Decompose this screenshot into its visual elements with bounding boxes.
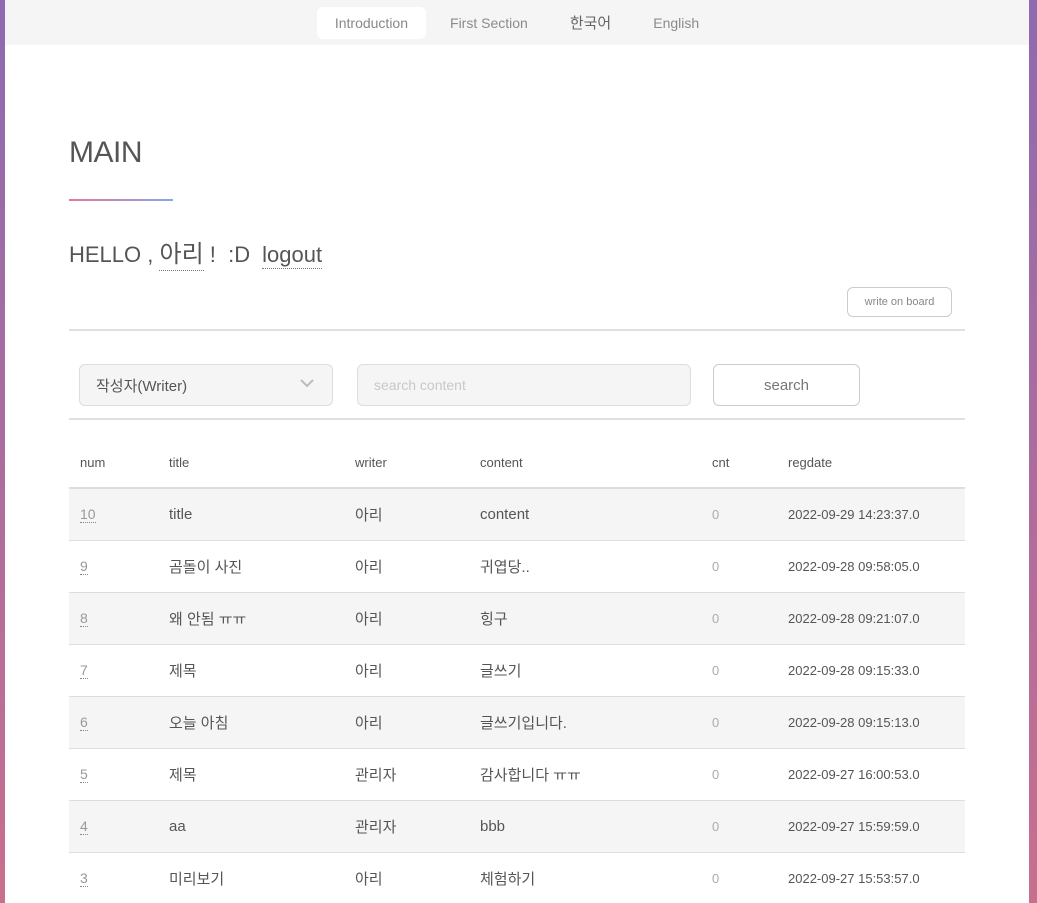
cell-title: 곰돌이 사진: [158, 540, 344, 593]
table-row: 6 오늘 아침 아리 글쓰기입니다. 0 2022-09-28 09:15:13…: [69, 696, 965, 749]
cell-cnt: 0: [701, 748, 777, 801]
logout-link[interactable]: logout: [262, 242, 323, 269]
cell-content: 체험하기: [469, 852, 701, 903]
post-number-link[interactable]: 7: [80, 662, 88, 679]
table-row: 9 곰돌이 사진 아리 귀엽당.. 0 2022-09-28 09:58:05.…: [69, 540, 965, 593]
column-header-cnt: cnt: [701, 438, 777, 489]
cell-title: 미리보기: [158, 852, 344, 903]
post-number-link[interactable]: 3: [80, 870, 88, 887]
cell-writer: 관리자: [344, 748, 469, 801]
cell-cnt: 0: [701, 644, 777, 697]
cell-regdate: 2022-09-27 15:53:57.0: [777, 852, 965, 903]
column-header-num: num: [69, 438, 158, 489]
cell-cnt: 0: [701, 800, 777, 853]
table-row: 10 title 아리 content 0 2022-09-29 14:23:3…: [69, 488, 965, 541]
cell-title: 제목: [158, 748, 344, 801]
post-number-link[interactable]: 5: [80, 766, 88, 783]
post-number-link[interactable]: 6: [80, 714, 88, 731]
top-nav: Introduction First Section 한국어 English: [5, 0, 1029, 45]
chevron-down-icon: [300, 379, 314, 388]
column-header-title: title: [158, 438, 344, 489]
cell-num[interactable]: 3: [69, 852, 158, 903]
search-type-select[interactable]: 작성자(Writer): [79, 364, 333, 406]
cell-title: title: [158, 488, 344, 541]
divider: [69, 329, 965, 331]
cell-title: 오늘 아침: [158, 696, 344, 749]
cell-regdate: 2022-09-28 09:15:33.0: [777, 644, 965, 697]
post-number-link[interactable]: 9: [80, 558, 88, 575]
page-title: MAIN: [69, 136, 143, 169]
cell-content: 힝구: [469, 592, 701, 645]
cell-regdate: 2022-09-28 09:21:07.0: [777, 592, 965, 645]
search-button[interactable]: search: [713, 364, 860, 406]
greeting-prefix: HELLO ,: [69, 242, 160, 267]
cell-num[interactable]: 9: [69, 540, 158, 593]
cell-num[interactable]: 5: [69, 748, 158, 801]
table-row: 7 제목 아리 글쓰기 0 2022-09-28 09:15:33.0: [69, 644, 965, 697]
nav-item-english[interactable]: English: [635, 7, 717, 39]
cell-regdate: 2022-09-29 14:23:37.0: [777, 488, 965, 541]
nav-item-first-section[interactable]: First Section: [432, 7, 546, 39]
table-row: 5 제목 관리자 감사합니다 ㅠㅠ 0 2022-09-27 16:00:53.…: [69, 748, 965, 801]
column-header-content: content: [469, 438, 701, 489]
cell-content: 글쓰기입니다.: [469, 696, 701, 749]
cell-title: aa: [158, 800, 344, 853]
nav-item-korean[interactable]: 한국어: [552, 4, 629, 41]
write-on-board-button[interactable]: write on board: [847, 287, 952, 317]
cell-title: 왜 안됨 ㅠㅠ: [158, 592, 344, 645]
cell-cnt: 0: [701, 540, 777, 593]
cell-content: 감사합니다 ㅠㅠ: [469, 748, 701, 801]
post-number-link[interactable]: 8: [80, 610, 88, 627]
cell-content: content: [469, 488, 701, 541]
nav-item-introduction[interactable]: Introduction: [316, 6, 427, 39]
page: Introduction First Section 한국어 English M…: [5, 0, 1029, 903]
cell-cnt: 0: [701, 696, 777, 749]
username: 아리: [159, 234, 204, 271]
divider: [69, 418, 965, 420]
title-underline: [69, 199, 173, 201]
cell-num[interactable]: 6: [69, 696, 158, 749]
cell-num[interactable]: 8: [69, 592, 158, 645]
table-row: 4 aa 관리자 bbb 0 2022-09-27 15:59:59.0: [69, 800, 965, 853]
table-row: 3 미리보기 아리 체험하기 0 2022-09-27 15:53:57.0: [69, 852, 965, 903]
cell-writer: 관리자: [344, 800, 469, 853]
cell-writer: 아리: [344, 644, 469, 697]
cell-num[interactable]: 10: [69, 488, 158, 541]
cell-writer: 아리: [344, 540, 469, 593]
cell-content: 귀엽당..: [469, 540, 701, 593]
cell-regdate: 2022-09-27 15:59:59.0: [777, 800, 965, 853]
cell-num[interactable]: 7: [69, 644, 158, 697]
cell-title: 제목: [158, 644, 344, 697]
greeting-suffix: ! :D: [203, 242, 251, 267]
greeting: HELLO , 아리 ! :D logout: [69, 234, 323, 271]
cell-writer: 아리: [344, 852, 469, 903]
cell-content: 글쓰기: [469, 644, 701, 697]
cell-cnt: 0: [701, 852, 777, 903]
search-input[interactable]: [357, 364, 691, 406]
search-type-value: 작성자(Writer): [96, 377, 188, 395]
column-header-writer: writer: [344, 438, 469, 489]
column-header-regdate: regdate: [777, 438, 965, 489]
cell-content: bbb: [469, 800, 701, 853]
table-header-row: num title writer content cnt regdate: [69, 438, 965, 489]
cell-regdate: 2022-09-28 09:58:05.0: [777, 540, 965, 593]
cell-writer: 아리: [344, 488, 469, 541]
cell-regdate: 2022-09-28 09:15:13.0: [777, 696, 965, 749]
cell-regdate: 2022-09-27 16:00:53.0: [777, 748, 965, 801]
table-row: 8 왜 안됨 ㅠㅠ 아리 힝구 0 2022-09-28 09:21:07.0: [69, 592, 965, 645]
post-number-link[interactable]: 4: [80, 818, 88, 835]
board-table: num title writer content cnt regdate 10 …: [69, 438, 965, 903]
cell-num[interactable]: 4: [69, 800, 158, 853]
cell-cnt: 0: [701, 592, 777, 645]
cell-writer: 아리: [344, 696, 469, 749]
cell-cnt: 0: [701, 488, 777, 541]
cell-writer: 아리: [344, 592, 469, 645]
post-number-link[interactable]: 10: [80, 506, 96, 523]
